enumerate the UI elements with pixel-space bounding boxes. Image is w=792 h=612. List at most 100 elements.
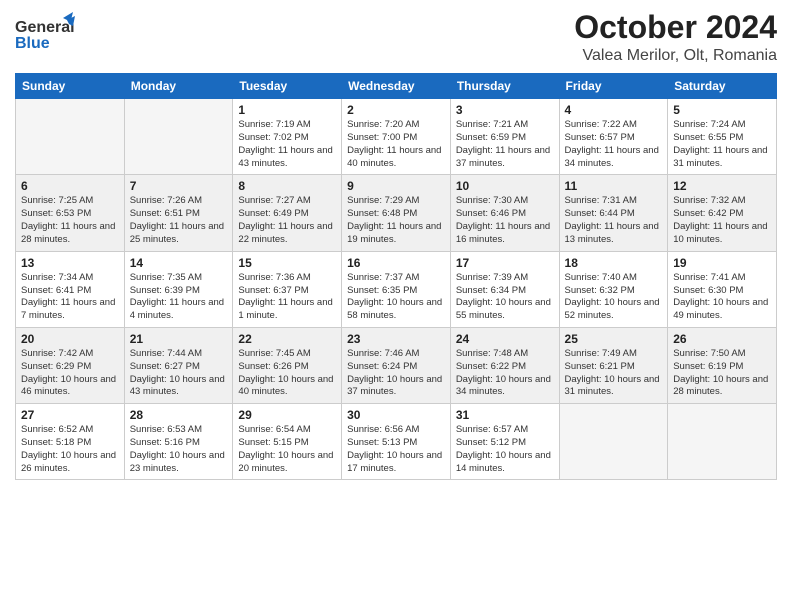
calendar-cell: 19 Sunrise: 7:41 AMSunset: 6:30 PMDayligh…: [668, 251, 777, 327]
calendar-cell: 29Sunrise: 6:54 AMSunset: 5:15 PMDayligh…: [233, 404, 342, 480]
logo: General Blue: [15, 10, 75, 60]
cell-content: Sunrise: 7:27 AMSunset: 6:49 PMDaylight:…: [238, 195, 336, 246]
day-number: 8: [238, 179, 336, 193]
cell-content: Sunrise: 7:25 AMSunset: 6:53 PMDaylight:…: [21, 195, 119, 246]
calendar-week-row: 6 Sunrise: 7:25 AMSunset: 6:53 PMDaylight…: [16, 175, 777, 251]
calendar-cell: 20Sunrise: 7:42 AMSunset: 6:29 PMDayligh…: [16, 327, 125, 403]
cell-content: Sunrise: 7:32 AMSunset: 6:42 PMDaylight:…: [673, 195, 771, 246]
cell-content: Sunrise: 7:29 AMSunset: 6:48 PMDaylight:…: [347, 195, 445, 246]
day-number: 14: [130, 256, 228, 270]
cell-content: Sunrise: 7:45 AMSunset: 6:26 PMDaylight:…: [238, 348, 336, 399]
day-number: 28: [130, 408, 228, 422]
calendar-title: October 2024: [574, 10, 777, 45]
day-number: 25: [565, 332, 663, 346]
logo-icon: General Blue: [15, 10, 75, 60]
col-thursday: Thursday: [450, 74, 559, 99]
calendar-cell: 17 Sunrise: 7:39 AMSunset: 6:34 PMDayligh…: [450, 251, 559, 327]
calendar-cell: 8 Sunrise: 7:27 AMSunset: 6:49 PMDaylight…: [233, 175, 342, 251]
calendar-cell: [668, 404, 777, 480]
cell-content: Sunrise: 6:56 AMSunset: 5:13 PMDaylight:…: [347, 424, 445, 475]
cell-content: Sunrise: 7:35 AMSunset: 6:39 PMDaylight:…: [130, 272, 228, 323]
calendar-cell: 5 Sunrise: 7:24 AMSunset: 6:55 PMDaylight…: [668, 99, 777, 175]
col-saturday: Saturday: [668, 74, 777, 99]
day-number: 7: [130, 179, 228, 193]
day-number: 16: [347, 256, 445, 270]
day-number: 17: [456, 256, 554, 270]
cell-content: Sunrise: 6:53 AMSunset: 5:16 PMDaylight:…: [130, 424, 228, 475]
calendar-cell: 6 Sunrise: 7:25 AMSunset: 6:53 PMDaylight…: [16, 175, 125, 251]
cell-content: Sunrise: 7:34 AMSunset: 6:41 PMDaylight:…: [21, 272, 119, 323]
cell-content: Sunrise: 7:41 AMSunset: 6:30 PMDaylight:…: [673, 272, 771, 323]
day-number: 6: [21, 179, 119, 193]
day-number: 9: [347, 179, 445, 193]
calendar-table: Sunday Monday Tuesday Wednesday Thursday…: [15, 73, 777, 480]
cell-content: Sunrise: 7:39 AMSunset: 6:34 PMDaylight:…: [456, 272, 554, 323]
cell-content: Sunrise: 7:49 AMSunset: 6:21 PMDaylight:…: [565, 348, 663, 399]
calendar-cell: [559, 404, 668, 480]
cell-content: Sunrise: 7:48 AMSunset: 6:22 PMDaylight:…: [456, 348, 554, 399]
calendar-cell: 25 Sunrise: 7:49 AMSunset: 6:21 PMDayligh…: [559, 327, 668, 403]
calendar-cell: [124, 99, 233, 175]
col-monday: Monday: [124, 74, 233, 99]
day-number: 31: [456, 408, 554, 422]
day-number: 26: [673, 332, 771, 346]
calendar-cell: [16, 99, 125, 175]
day-number: 11: [565, 179, 663, 193]
day-number: 18: [565, 256, 663, 270]
day-number: 27: [21, 408, 119, 422]
col-wednesday: Wednesday: [342, 74, 451, 99]
day-number: 21: [130, 332, 228, 346]
cell-content: Sunrise: 7:37 AMSunset: 6:35 PMDaylight:…: [347, 272, 445, 323]
calendar-cell: 22Sunrise: 7:45 AMSunset: 6:26 PMDayligh…: [233, 327, 342, 403]
calendar-cell: 12Sunrise: 7:32 AMSunset: 6:42 PMDayligh…: [668, 175, 777, 251]
title-block: October 2024 Valea Merilor, Olt, Romania: [574, 10, 777, 65]
day-number: 29: [238, 408, 336, 422]
calendar-cell: 21 Sunrise: 7:44 AMSunset: 6:27 PMDayligh…: [124, 327, 233, 403]
cell-content: Sunrise: 7:40 AMSunset: 6:32 PMDaylight:…: [565, 272, 663, 323]
calendar-cell: 16 Sunrise: 7:37 AMSunset: 6:35 PMDayligh…: [342, 251, 451, 327]
calendar-cell: 24Sunrise: 7:48 AMSunset: 6:22 PMDayligh…: [450, 327, 559, 403]
day-number: 1: [238, 103, 336, 117]
cell-content: Sunrise: 7:44 AMSunset: 6:27 PMDaylight:…: [130, 348, 228, 399]
day-number: 10: [456, 179, 554, 193]
col-friday: Friday: [559, 74, 668, 99]
day-number: 13: [21, 256, 119, 270]
day-number: 23: [347, 332, 445, 346]
calendar-cell: 31 Sunrise: 6:57 AMSunset: 5:12 PMDayligh…: [450, 404, 559, 480]
calendar-subtitle: Valea Merilor, Olt, Romania: [574, 47, 777, 65]
calendar-cell: 27 Sunrise: 6:52 AMSunset: 5:18 PMDayligh…: [16, 404, 125, 480]
calendar-cell: 9 Sunrise: 7:29 AMSunset: 6:48 PMDaylight…: [342, 175, 451, 251]
day-number: 4: [565, 103, 663, 117]
calendar-week-row: 20Sunrise: 7:42 AMSunset: 6:29 PMDayligh…: [16, 327, 777, 403]
day-number: 30: [347, 408, 445, 422]
calendar-week-row: 13 Sunrise: 7:34 AMSunset: 6:41 PMDayligh…: [16, 251, 777, 327]
cell-content: Sunrise: 7:21 AMSunset: 6:59 PMDaylight:…: [456, 119, 554, 170]
day-number: 19: [673, 256, 771, 270]
calendar-cell: 30 Sunrise: 6:56 AMSunset: 5:13 PMDayligh…: [342, 404, 451, 480]
cell-content: Sunrise: 7:36 AMSunset: 6:37 PMDaylight:…: [238, 272, 336, 323]
calendar-cell: 1Sunrise: 7:19 AMSunset: 7:02 PMDaylight…: [233, 99, 342, 175]
calendar-week-row: 27 Sunrise: 6:52 AMSunset: 5:18 PMDayligh…: [16, 404, 777, 480]
svg-text:General: General: [15, 19, 75, 36]
cell-content: Sunrise: 6:57 AMSunset: 5:12 PMDaylight:…: [456, 424, 554, 475]
day-number: 5: [673, 103, 771, 117]
cell-content: Sunrise: 7:24 AMSunset: 6:55 PMDaylight:…: [673, 119, 771, 170]
cell-content: Sunrise: 7:30 AMSunset: 6:46 PMDaylight:…: [456, 195, 554, 246]
cell-content: Sunrise: 7:31 AMSunset: 6:44 PMDaylight:…: [565, 195, 663, 246]
calendar-cell: 15Sunrise: 7:36 AMSunset: 6:37 PMDayligh…: [233, 251, 342, 327]
cell-content: Sunrise: 7:42 AMSunset: 6:29 PMDaylight:…: [21, 348, 119, 399]
cell-content: Sunrise: 7:22 AMSunset: 6:57 PMDaylight:…: [565, 119, 663, 170]
calendar-cell: 23 Sunrise: 7:46 AMSunset: 6:24 PMDayligh…: [342, 327, 451, 403]
calendar-cell: 26 Sunrise: 7:50 AMSunset: 6:19 PMDayligh…: [668, 327, 777, 403]
cell-content: Sunrise: 7:26 AMSunset: 6:51 PMDaylight:…: [130, 195, 228, 246]
day-number: 2: [347, 103, 445, 117]
cell-content: Sunrise: 7:46 AMSunset: 6:24 PMDaylight:…: [347, 348, 445, 399]
days-header-row: Sunday Monday Tuesday Wednesday Thursday…: [16, 74, 777, 99]
calendar-cell: 11 Sunrise: 7:31 AMSunset: 6:44 PMDayligh…: [559, 175, 668, 251]
cell-content: Sunrise: 6:52 AMSunset: 5:18 PMDaylight:…: [21, 424, 119, 475]
cell-content: Sunrise: 7:50 AMSunset: 6:19 PMDaylight:…: [673, 348, 771, 399]
calendar-cell: 18 Sunrise: 7:40 AMSunset: 6:32 PMDayligh…: [559, 251, 668, 327]
calendar-cell: 3Sunrise: 7:21 AMSunset: 6:59 PMDaylight…: [450, 99, 559, 175]
calendar-cell: 10 Sunrise: 7:30 AMSunset: 6:46 PMDayligh…: [450, 175, 559, 251]
header: General Blue October 2024 Valea Merilor,…: [15, 10, 777, 65]
